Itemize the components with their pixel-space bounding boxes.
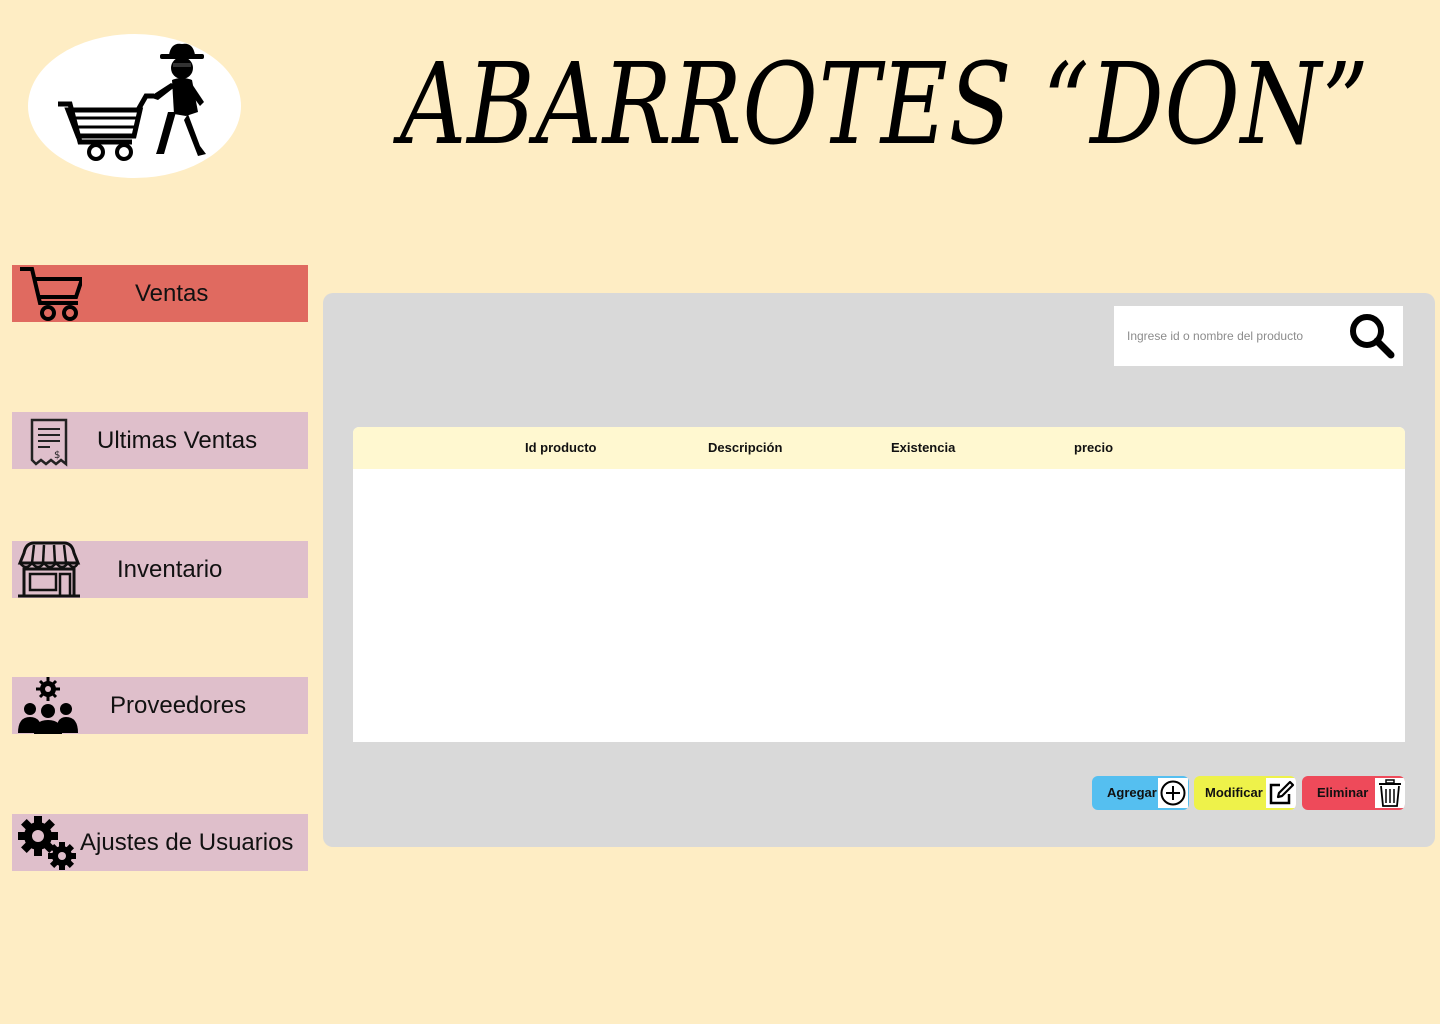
team-gear-icon — [16, 677, 82, 734]
sidebar-item-label: Proveedores — [110, 692, 247, 719]
search-icon[interactable] — [1348, 312, 1396, 365]
add-button[interactable]: Agregar — [1092, 776, 1189, 810]
page-title: ABARROTES “DON” — [400, 40, 1370, 170]
column-header-precio[interactable]: precio — [1074, 427, 1113, 469]
gears-icon — [16, 814, 82, 871]
store-logo — [28, 34, 241, 178]
search-bar — [1114, 306, 1403, 366]
sidebar-item-label: Inventario — [117, 556, 223, 583]
sidebar-item-ultimas-ventas[interactable]: $ Ultimas Ventas — [12, 412, 308, 469]
modify-button[interactable]: Modificar — [1194, 776, 1296, 810]
sidebar-item-label: Ajustes de Usuarios — [80, 829, 294, 856]
store-icon — [16, 541, 82, 598]
products-table: Id producto Descripción Existencia preci… — [353, 427, 1405, 742]
edit-icon — [1266, 778, 1296, 808]
sidebar-item-ajustes-de-usuarios[interactable]: Ajustes de Usuarios — [12, 814, 308, 871]
receipt-icon: $ — [16, 412, 82, 469]
sidebar-item-label: Ventas — [135, 280, 209, 307]
delete-button-label: Eliminar — [1317, 785, 1369, 800]
shopping-cart-icon — [16, 265, 85, 322]
column-header-existencia[interactable]: Existencia — [891, 427, 955, 469]
trash-icon — [1375, 778, 1405, 808]
table-body — [353, 469, 1405, 742]
svg-text:$: $ — [54, 450, 60, 461]
sidebar-item-proveedores[interactable]: Proveedores — [12, 677, 308, 734]
modify-button-label: Modificar — [1205, 785, 1263, 800]
sidebar-item-ventas[interactable]: Ventas — [12, 265, 308, 322]
page: ABARROTES “DON” Ventas $ Ultimas Ventas … — [0, 0, 1440, 1024]
main-panel: Id producto Descripción Existencia preci… — [323, 293, 1435, 847]
shopper-with-cart-icon — [58, 43, 206, 161]
delete-button[interactable]: Eliminar — [1302, 776, 1405, 810]
table-header: Id producto Descripción Existencia preci… — [353, 427, 1405, 469]
plus-circle-icon — [1158, 778, 1188, 808]
search-input[interactable] — [1114, 306, 1344, 366]
column-header-id-producto[interactable]: Id producto — [525, 427, 597, 469]
sidebar-item-label: Ultimas Ventas — [97, 427, 258, 454]
sidebar-item-inventario[interactable]: Inventario — [12, 541, 308, 598]
column-header-descripcion[interactable]: Descripción — [708, 427, 782, 469]
add-button-label: Agregar — [1107, 785, 1157, 800]
